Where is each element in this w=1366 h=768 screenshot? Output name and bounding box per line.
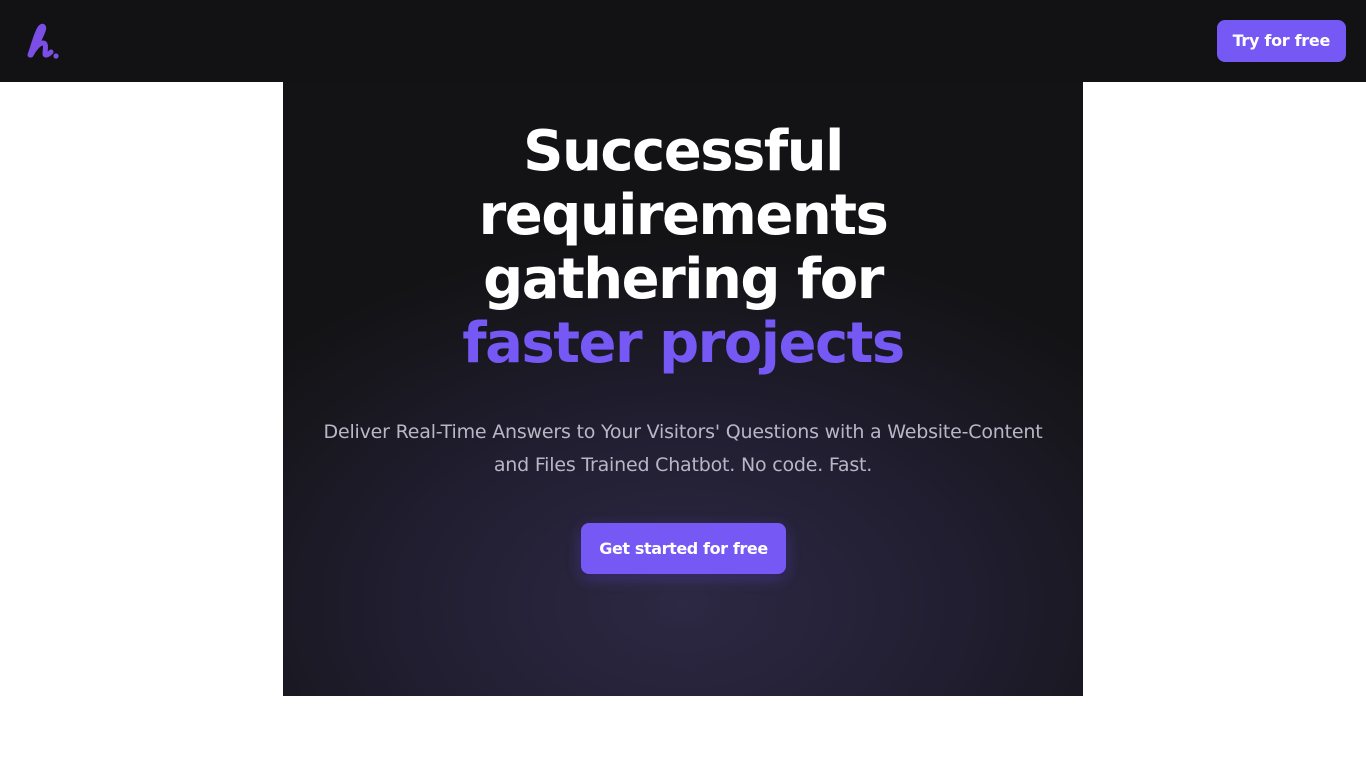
headline-line-1: Successful <box>523 119 844 184</box>
top-navbar: Try for free <box>0 0 1366 82</box>
hero-headline: Successful requirements gathering for fa… <box>283 120 1083 376</box>
try-for-free-button[interactable]: Try for free <box>1216 20 1346 62</box>
brand-logo-icon[interactable] <box>20 22 62 62</box>
headline-accent: faster projects <box>462 311 905 376</box>
get-started-button[interactable]: Get started for free <box>581 523 786 574</box>
headline-line-2: requirements <box>478 183 889 248</box>
hero-subtext: Deliver Real-Time Answers to Your Visito… <box>323 421 1043 476</box>
hero-section: Successful requirements gathering for fa… <box>283 82 1083 696</box>
headline-line-3: gathering for <box>483 247 884 312</box>
